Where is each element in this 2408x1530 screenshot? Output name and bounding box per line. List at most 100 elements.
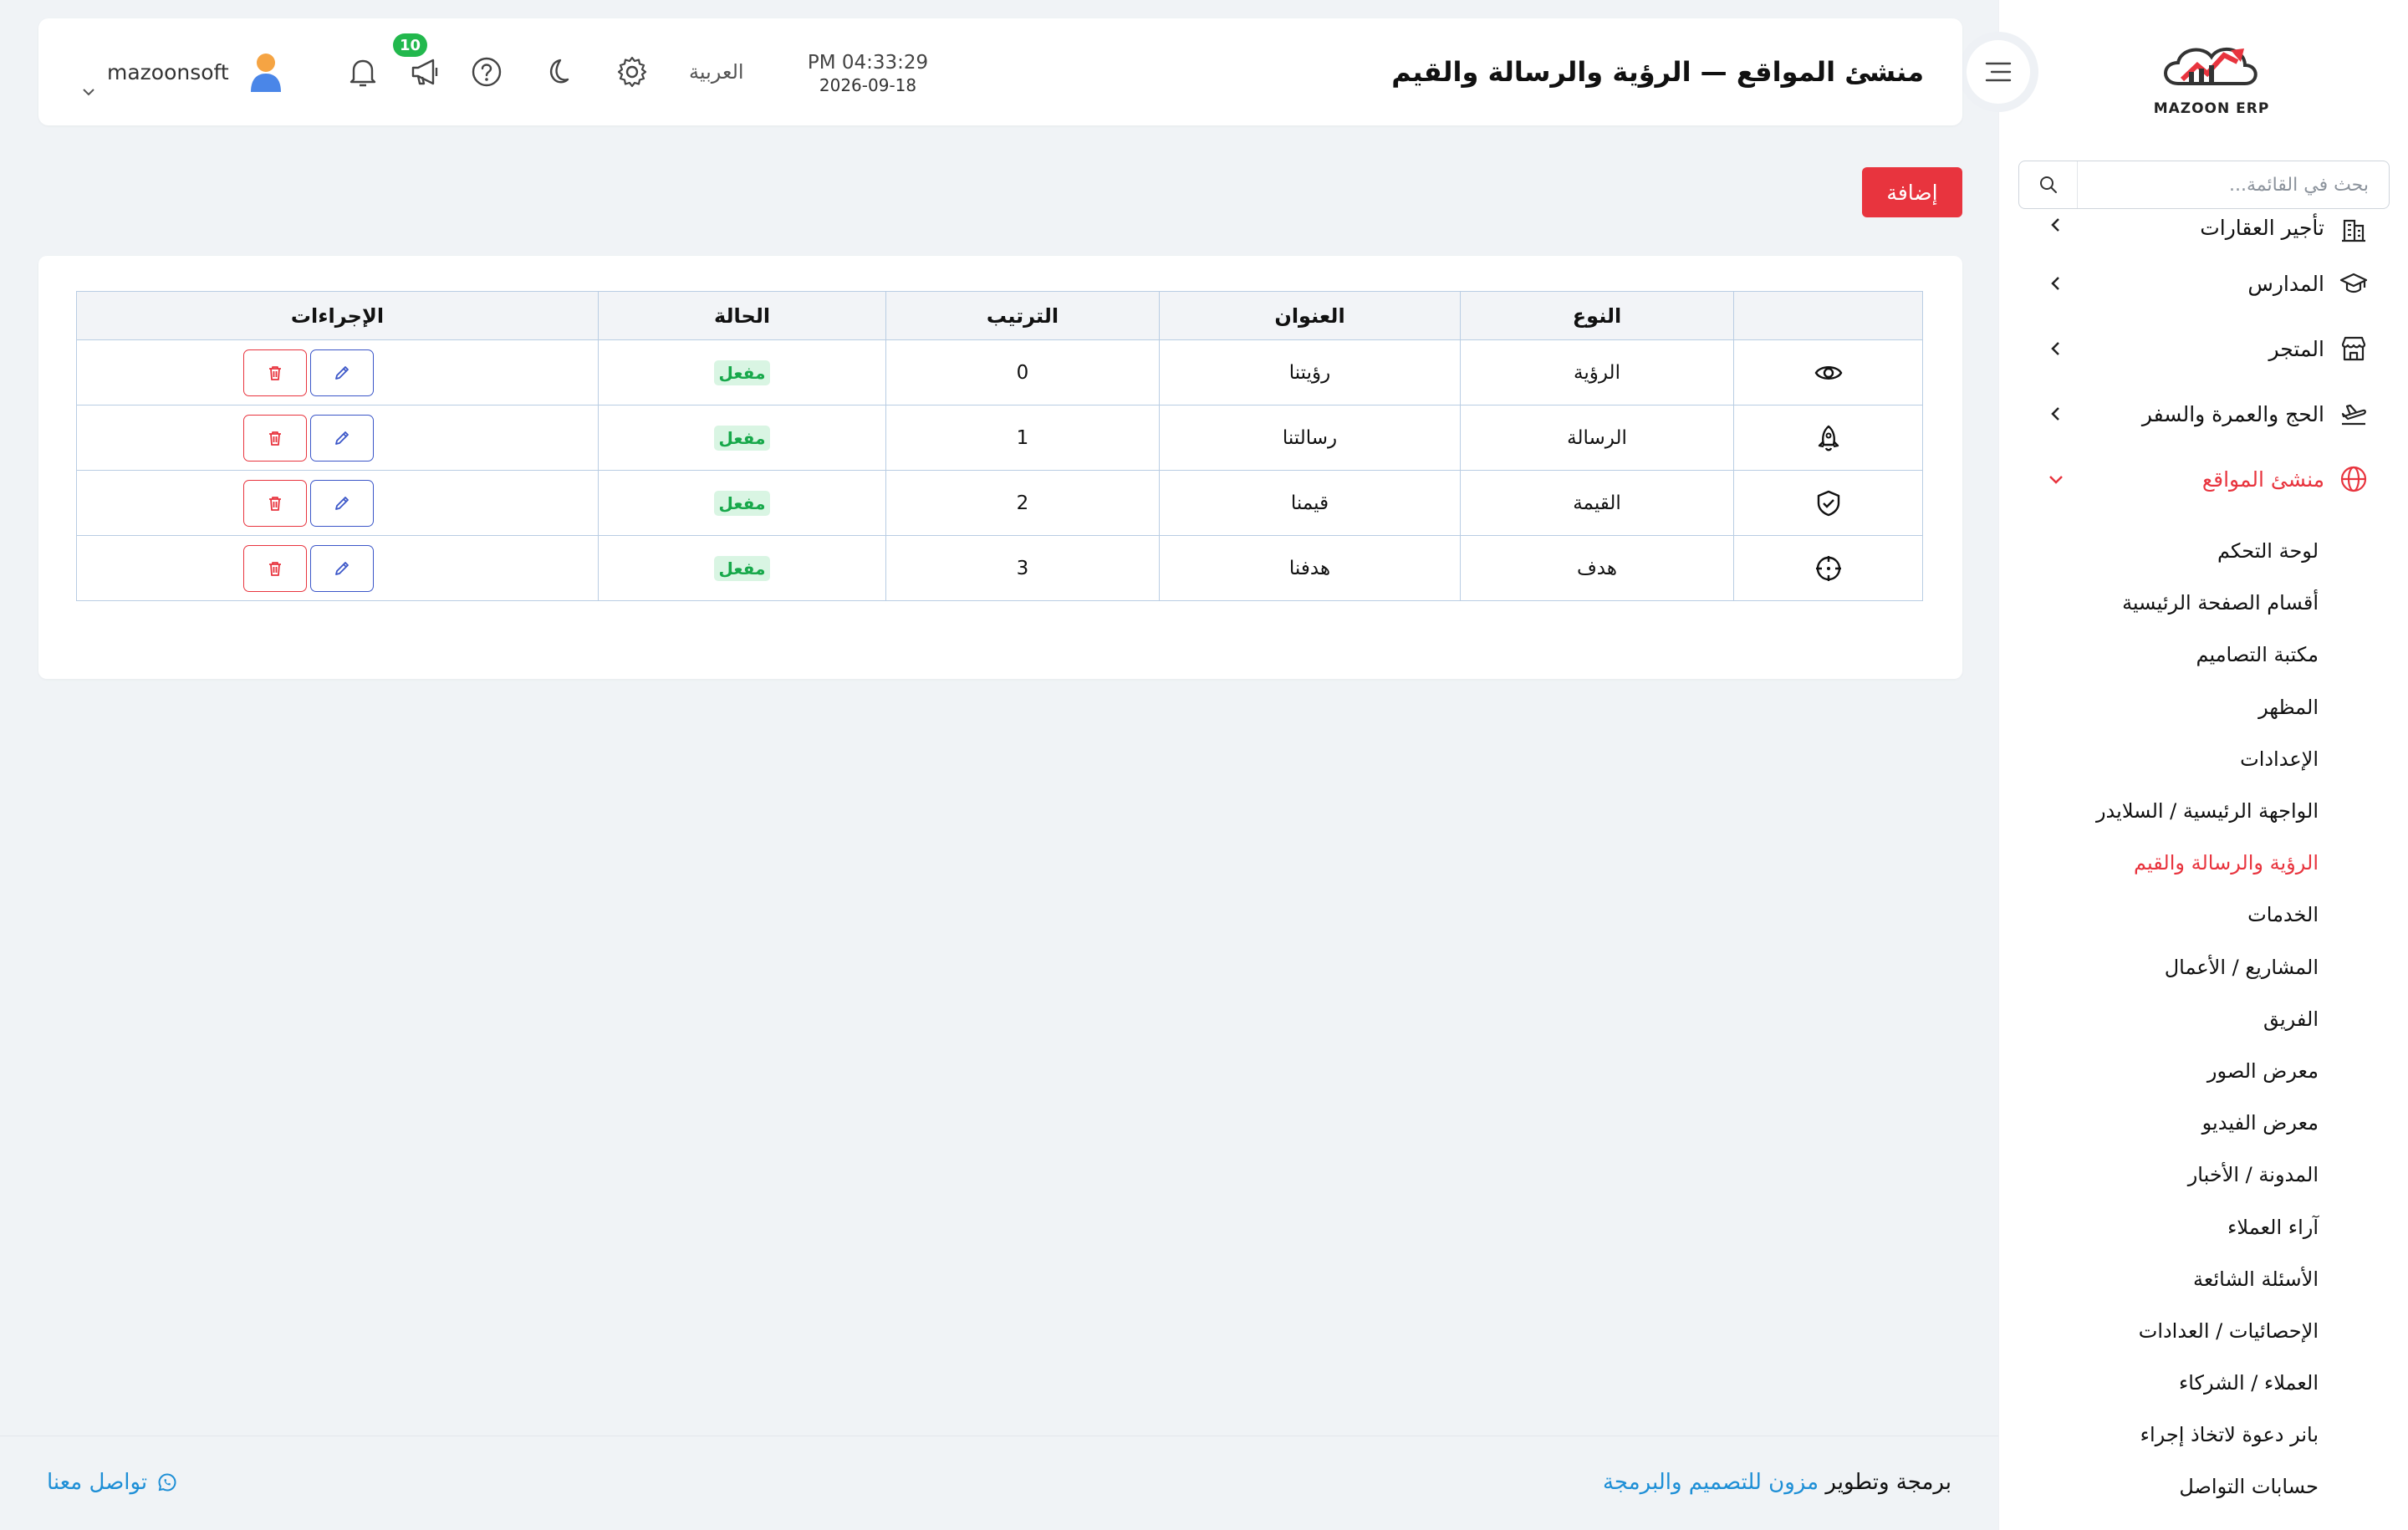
language-switcher[interactable]: العربية — [689, 18, 744, 125]
sidebar-item-label: تأجير العقارات — [2200, 216, 2324, 240]
sidebar-subitem[interactable]: الواجهة الرئيسية / السلايدر — [1998, 785, 2408, 837]
delete-button[interactable] — [242, 349, 307, 396]
page-title: منشئ المواقع — الرؤية والرسالة والقيم — [1391, 56, 1924, 88]
table-row: القيمة قيمنا 2 مفعل — [76, 470, 1923, 536]
row-title: رؤيتنا — [1159, 339, 1461, 405]
row-status-cell: مفعل — [598, 470, 886, 536]
sidebar-subitem[interactable]: المدونة / الأخبار — [1998, 1149, 2408, 1201]
status-badge: مفعل — [713, 555, 771, 581]
row-icon-cell — [1733, 405, 1923, 471]
clock-date: 2026-09-18 — [819, 75, 917, 95]
row-type: الرسالة — [1460, 405, 1734, 471]
sidebar-subitem[interactable]: لوحة التحكم — [1998, 525, 2408, 577]
sidebar-subitem[interactable]: مكتبة التصاميم — [1998, 629, 2408, 681]
logo-graphic-icon — [2164, 48, 2258, 85]
brand-logo[interactable]: MAZOON ERP — [2140, 33, 2283, 117]
notification-count-badge: 10 — [393, 33, 428, 57]
sidebar-subitem[interactable]: بانر دعوة لاتخاذ إجراء — [1998, 1409, 2408, 1461]
sidebar-item-property-rental[interactable]: تأجير العقارات — [1998, 209, 2408, 251]
status-badge: مفعل — [713, 360, 771, 385]
clock: PM 04:33:29 2026-09-18 — [793, 52, 943, 95]
user-name[interactable]: mazoonsoft — [107, 18, 229, 125]
sidebar-item-site-builder[interactable]: منشئ المواقع — [1998, 446, 2408, 512]
plane-icon — [2341, 404, 2366, 426]
moon-icon[interactable] — [537, 54, 574, 90]
sidebar-search — [2018, 161, 2390, 209]
row-actions-cell — [76, 339, 599, 405]
pencil-icon — [334, 561, 349, 575]
items-table: النوع العنوان الترتيب الحالة الإجراءات ا… — [76, 291, 1923, 601]
search-icon[interactable] — [2019, 161, 2078, 208]
sidebar-subitem[interactable]: المشاريع / الأعمال — [1998, 941, 2408, 993]
row-status-cell: مفعل — [598, 405, 886, 471]
header-status: الحالة — [598, 291, 886, 340]
edit-button[interactable] — [309, 544, 374, 592]
row-title: هدفنا — [1159, 535, 1461, 601]
sidebar-subitem[interactable]: آراء العملاء — [1998, 1201, 2408, 1252]
edit-button[interactable] — [309, 349, 374, 396]
delete-button[interactable] — [242, 479, 307, 527]
add-button[interactable]: إضافة — [1862, 167, 1962, 217]
store-icon — [2341, 336, 2366, 361]
sidebar-item-store[interactable]: المتجر — [1998, 316, 2408, 381]
table-row: الرسالة رسالتنا 1 مفعل — [76, 405, 1923, 471]
sidebar-subitem[interactable]: الفريق — [1998, 993, 2408, 1045]
row-actions-cell — [76, 470, 599, 536]
sidebar-subitem[interactable]: المظهر — [1998, 681, 2408, 733]
help-icon[interactable] — [468, 54, 505, 90]
table-body: الرؤية رؤيتنا 0 مفعل الرسالة رسالتنا 1 مفعل القي… — [76, 339, 1923, 601]
footer-credit-link[interactable]: مزون للتصميم والبرمجة — [1603, 1470, 1819, 1495]
header-icon — [1733, 291, 1923, 340]
delete-button[interactable] — [242, 414, 307, 462]
delete-button[interactable] — [242, 544, 307, 592]
sidebar-subitem[interactable]: الإعدادات — [1998, 733, 2408, 785]
row-title: رسالتنا — [1159, 405, 1461, 471]
row-title: قيمنا — [1159, 470, 1461, 536]
row-actions — [77, 544, 539, 592]
whatsapp-icon — [158, 1473, 176, 1492]
edit-button[interactable] — [309, 479, 374, 527]
row-type: القيمة — [1460, 470, 1734, 536]
footer-credit-prefix: برمجة وتطوير — [1825, 1470, 1951, 1495]
sidebar-subitem[interactable]: معرض الصور — [1998, 1045, 2408, 1097]
trash-icon — [268, 496, 281, 511]
sidebar-item-schools[interactable]: المدارس — [1998, 251, 2408, 316]
row-order: 3 — [885, 535, 1160, 601]
row-status-cell: مفعل — [598, 339, 886, 405]
avatar[interactable] — [244, 50, 288, 94]
sidebar-search-input[interactable] — [2078, 161, 2389, 208]
sidebar-subitem[interactable]: الإحصائيات / العدادات — [1998, 1305, 2408, 1357]
sidebar-subitem[interactable]: حسابات التواصل — [1998, 1461, 2408, 1512]
row-actions-cell — [76, 405, 599, 471]
megaphone-icon[interactable] — [408, 54, 445, 90]
sidebar-toggle-button[interactable] — [1967, 40, 2030, 104]
sidebar-subitem[interactable]: الأسئلة الشائعة — [1998, 1253, 2408, 1305]
sidebar-subitem[interactable]: أقسام الصفحة الرئيسية — [1998, 577, 2408, 629]
bell-icon[interactable] — [344, 54, 381, 90]
contact-link[interactable]: تواصل معنا — [47, 1470, 177, 1495]
header-actions: الإجراءات — [76, 291, 599, 340]
trash-icon — [268, 561, 281, 576]
chevron-left-icon — [2051, 218, 2059, 232]
trash-icon — [268, 431, 281, 446]
items-card: النوع العنوان الترتيب الحالة الإجراءات ا… — [38, 256, 1962, 679]
chevron-down-icon[interactable] — [80, 84, 97, 100]
gear-icon[interactable] — [614, 54, 650, 90]
pencil-icon — [334, 365, 349, 380]
row-status-cell: مفعل — [598, 535, 886, 601]
edit-button[interactable] — [309, 414, 374, 462]
sidebar-subitem[interactable]: الرؤية والرسالة والقيم — [1998, 837, 2408, 889]
sidebar-item-hajj-travel[interactable]: الحج والعمرة والسفر — [1998, 381, 2408, 446]
sidebar: MAZOON ERP تأجير العقارات المدارس المتجر… — [1998, 0, 2408, 1530]
row-actions — [77, 414, 539, 462]
status-badge: مفعل — [713, 425, 771, 451]
sidebar-item-label: المتجر — [2268, 336, 2325, 361]
sidebar-subitem[interactable]: العملاء / الشركاء — [1998, 1357, 2408, 1409]
building-icon — [2342, 219, 2365, 242]
sidebar-subitem[interactable]: معرض الفيديو — [1998, 1097, 2408, 1149]
header-type: النوع — [1460, 291, 1734, 340]
table-row: هدف هدفنا 3 مفعل — [76, 535, 1923, 601]
pencil-icon — [334, 496, 349, 510]
chevron-left-icon — [2051, 342, 2059, 355]
sidebar-subitem[interactable]: الخدمات — [1998, 889, 2408, 941]
